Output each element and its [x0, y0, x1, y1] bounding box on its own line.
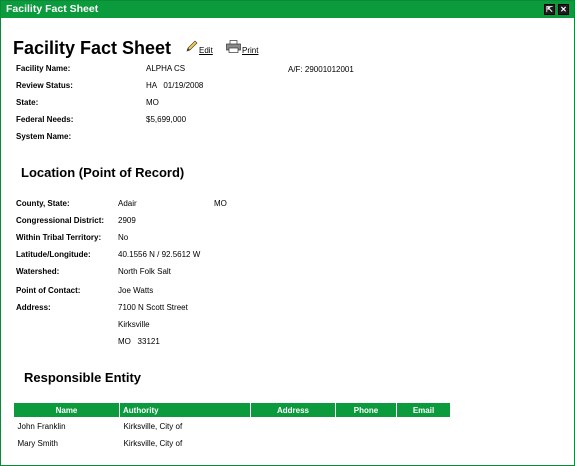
cell-authority: Kirksville, City of	[123, 421, 183, 431]
pin-icon[interactable]: ⇱	[544, 4, 555, 15]
cell-phone	[336, 418, 397, 435]
federal-needs-value: $5,699,000	[146, 115, 187, 124]
table-row[interactable]: Mary Smith Kirksville, City of	[14, 435, 451, 452]
cell-email	[397, 435, 451, 452]
responsible-entity-table: Name Authority Address Phone Email John …	[13, 402, 451, 452]
edit-button[interactable]: Edit	[186, 40, 216, 56]
cell-name: Mary Smith	[17, 438, 58, 448]
table-row[interactable]: John Franklin Kirksville, City of	[14, 418, 451, 435]
af-number: A/F: 29001012001	[288, 65, 354, 74]
content-panel: Facility Fact Sheet Edit Print Facility …	[1, 18, 574, 465]
latlon-label: Latitude/Longitude:	[16, 250, 91, 259]
federal-needs-label: Federal Needs:	[16, 115, 74, 124]
window-title: Facility Fact Sheet	[6, 3, 99, 15]
table-header-row: Name Authority Address Phone Email	[13, 402, 451, 418]
cell-address	[251, 418, 336, 435]
cell-authority: Kirksville, City of	[123, 438, 183, 448]
contact-value: Joe Watts	[118, 286, 154, 295]
cell-email	[397, 418, 451, 435]
address-label: Address:	[16, 303, 51, 312]
window-titlebar[interactable]: Facility Fact Sheet ⇱ ✕	[1, 1, 574, 18]
entity-section-title: Responsible Entity	[24, 370, 142, 385]
watershed-label: Watershed:	[16, 267, 60, 276]
print-button[interactable]: Print	[226, 40, 266, 56]
column-header-address[interactable]: Address	[250, 402, 336, 418]
column-header-authority[interactable]: Authority	[119, 402, 251, 418]
pencil-icon	[186, 40, 198, 52]
address-line-2: Kirksville	[118, 320, 150, 329]
county-state-value: MO	[214, 199, 227, 208]
cell-address	[251, 435, 336, 452]
address-line-1: 7100 N Scott Street	[118, 303, 188, 312]
tribal-label: Within Tribal Territory:	[16, 233, 102, 242]
state-value: MO	[146, 98, 159, 107]
contact-label: Point of Contact:	[16, 286, 81, 295]
review-status-value: HA 01/19/2008	[146, 81, 204, 90]
location-section-title: Location (Point of Record)	[21, 165, 185, 180]
district-value: 2909	[118, 216, 136, 225]
close-icon[interactable]: ✕	[558, 4, 569, 15]
column-header-phone[interactable]: Phone	[335, 402, 397, 418]
page-title: Facility Fact Sheet	[13, 38, 172, 58]
printer-icon	[226, 40, 241, 53]
cell-phone	[336, 435, 397, 452]
address-line-3: MO 33121	[118, 337, 160, 346]
latlon-value: 40.1556 N / 92.5612 W	[118, 250, 201, 259]
facility-name-value: ALPHA CS	[146, 64, 186, 73]
edit-label[interactable]: Edit	[199, 46, 213, 55]
cell-name: John Franklin	[17, 421, 66, 431]
column-header-email[interactable]: Email	[396, 402, 451, 418]
print-label[interactable]: Print	[242, 46, 258, 55]
district-label: Congressional District:	[16, 216, 105, 225]
tribal-value: No	[118, 233, 129, 242]
facility-fact-sheet-window: Facility Fact Sheet ⇱ ✕ Facility Fact Sh…	[0, 0, 575, 466]
county-value: Adair	[118, 199, 137, 208]
state-label: State:	[16, 98, 39, 107]
column-header-name[interactable]: Name	[13, 402, 120, 418]
watershed-value: North Folk Salt	[118, 267, 171, 276]
facility-name-label: Facility Name:	[16, 64, 71, 73]
system-name-label: System Name:	[16, 132, 72, 141]
review-status-label: Review Status:	[16, 81, 73, 90]
county-label: County, State:	[16, 199, 70, 208]
